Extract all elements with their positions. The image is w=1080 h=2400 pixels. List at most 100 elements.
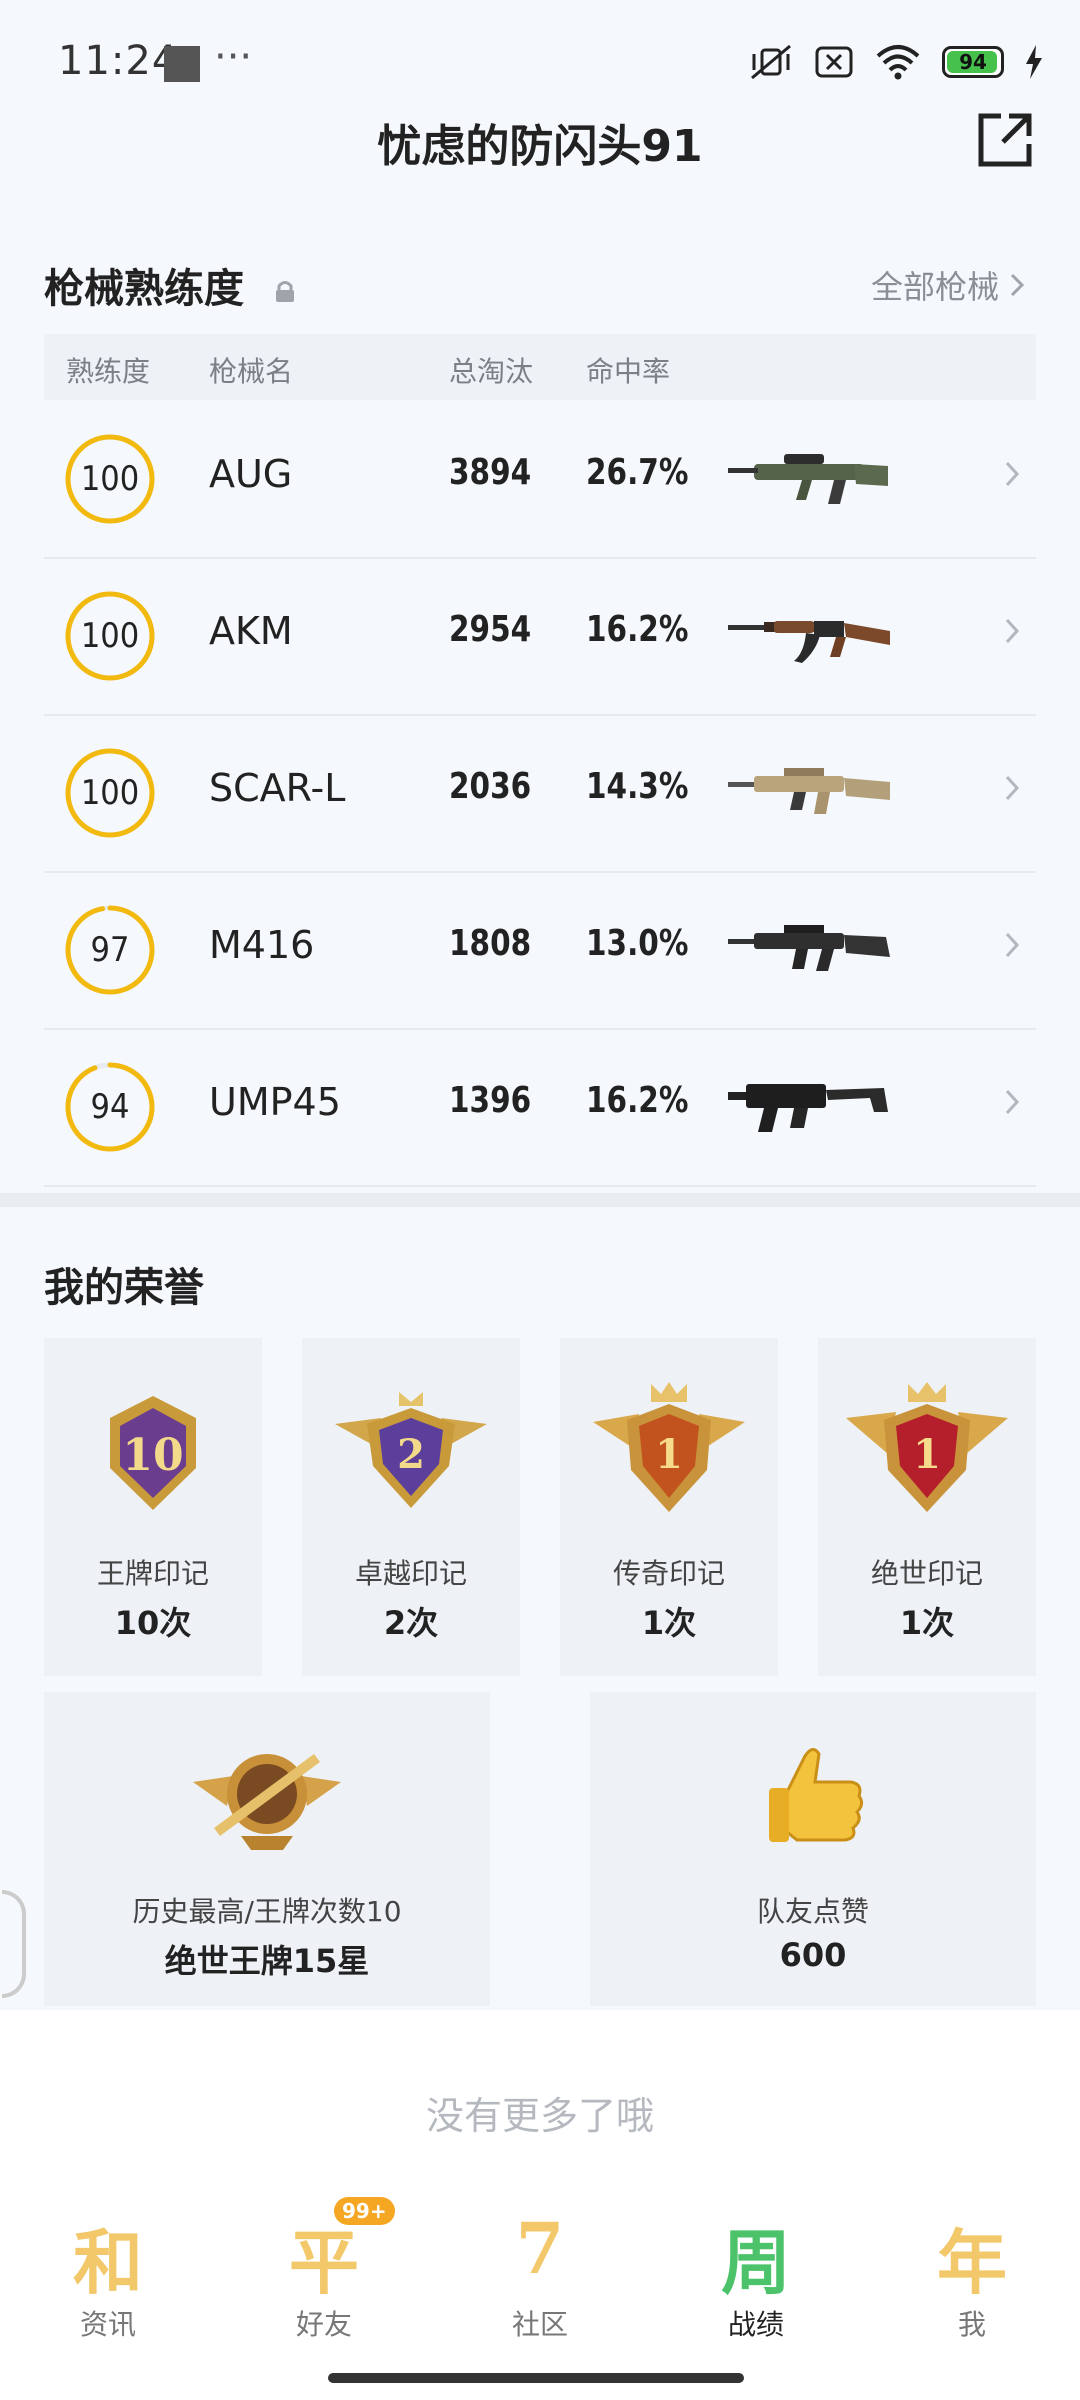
honor-card-legend[interactable]: 1 传奇印记 1次 <box>560 1338 778 1676</box>
mastery-value: 97 <box>90 930 130 970</box>
weapon-accuracy: 13.0% <box>586 923 689 964</box>
weapon-mastery-title: 枪械熟练度 <box>44 256 296 314</box>
ump-gun-image <box>724 1066 894 1146</box>
weapon-name: AUG <box>209 452 293 496</box>
honor-label: 历史最高/王牌次数10 <box>132 1895 402 1928</box>
nav-label: 资讯 <box>79 2308 136 2341</box>
bottom-nav: 和 资讯 平 99+ 好友 7 社区 周 战绩 年 我 <box>0 2195 1080 2355</box>
nav-community[interactable]: 7 社区 <box>432 2195 648 2345</box>
col-weapon-name: 枪械名 <box>209 355 294 388</box>
weapon-kills: 1396 <box>449 1080 532 1121</box>
friends-badge: 99+ <box>334 2197 395 2225</box>
m416-gun-image <box>724 909 894 989</box>
honor-card-ace[interactable]: 10 王牌印记 10次 <box>44 1338 262 1676</box>
more-notifications-icon: ··· <box>214 34 253 80</box>
nav-news[interactable]: 和 资讯 <box>0 2195 216 2345</box>
legend-seal-number: 1 <box>655 1431 683 1478</box>
mastery-value: 94 <box>90 1087 130 1127</box>
mastery-ring: 97 <box>64 904 156 996</box>
nav-label: 我 <box>957 2308 986 2341</box>
status-time: 11:24 <box>58 38 179 84</box>
nav-me[interactable]: 年 我 <box>864 2195 1080 2345</box>
share-button[interactable] <box>975 110 1035 170</box>
mastery-ring: 100 <box>64 433 156 525</box>
stats-icon: 周 <box>721 2221 791 2304</box>
honor-count: 1次 <box>641 1604 697 1642</box>
weapon-row[interactable]: 94 UMP45 1396 16.2% <box>44 1028 1036 1187</box>
honor-count: 2次 <box>383 1604 439 1642</box>
page-title: 忧虑的防闪头91 <box>377 121 703 172</box>
weapon-kills: 2954 <box>449 609 532 650</box>
honor-count: 10次 <box>114 1604 192 1642</box>
weapon-accuracy: 16.2% <box>586 1080 689 1121</box>
news-icon: 和 <box>73 2221 143 2304</box>
honor-label: 绝世印记 <box>870 1557 983 1590</box>
nav-stats[interactable]: 周 战绩 <box>648 2195 864 2345</box>
chevron-right-icon <box>1010 273 1025 297</box>
chevron-right-icon <box>1005 932 1020 958</box>
honor-label: 王牌印记 <box>96 1557 209 1590</box>
honor-card-peerless[interactable]: 1 绝世印记 1次 <box>818 1338 1036 1676</box>
mastery-ring: 100 <box>64 590 156 682</box>
home-indicator[interactable] <box>328 2373 744 2383</box>
weapon-table-header: 熟练度 枪械名 总淘汰 命中率 <box>44 334 1036 400</box>
chevron-right-icon <box>1005 618 1020 644</box>
profile-icon: 年 <box>937 2221 1007 2304</box>
akm-gun-image <box>724 595 894 675</box>
weapon-accuracy: 26.7% <box>586 452 689 493</box>
col-total-kills: 总淘汰 <box>449 355 534 388</box>
mastery-value: 100 <box>80 616 140 656</box>
friends-icon: 平 <box>289 2221 359 2304</box>
honor-card-highest-rank[interactable]: 历史最高/王牌次数10 绝世王牌15星 <box>44 1692 490 2006</box>
thumbs-up-icon <box>769 1748 864 1842</box>
weapon-name: M416 <box>209 923 315 967</box>
mastery-ring: 100 <box>64 747 156 839</box>
weapon-name: AKM <box>209 609 293 653</box>
weapon-row[interactable]: 100 AUG 3894 26.7% <box>44 400 1036 559</box>
highest-rank-value: 绝世王牌15星 <box>164 1942 370 1980</box>
lock-icon <box>275 281 294 302</box>
honor-label: 队友点赞 <box>756 1895 869 1928</box>
excellence-seal-icon: 2 <box>335 1392 487 1508</box>
charging-bolt-icon <box>1026 45 1042 79</box>
all-weapons-link[interactable]: 全部枪械 <box>871 262 1025 308</box>
status-bar: 11:24 ··· 94 <box>0 0 1080 120</box>
notification-square-icon <box>164 46 200 82</box>
chevron-right-icon <box>1005 1089 1020 1115</box>
honor-card-excellence[interactable]: 2 卓越印记 2次 <box>302 1338 520 1676</box>
excellence-seal-number: 2 <box>397 1431 425 1478</box>
scar-gun-image <box>724 752 894 832</box>
no-sim-icon <box>815 46 853 78</box>
mastery-value: 100 <box>80 459 140 499</box>
aug-gun-image <box>724 438 894 518</box>
nav-label: 战绩 <box>727 2308 784 2341</box>
nav-label: 社区 <box>511 2308 568 2341</box>
chevron-right-icon <box>1005 775 1020 801</box>
weapon-name: SCAR-L <box>209 766 346 810</box>
peerless-ace-rank-icon <box>193 1753 341 1850</box>
mute-vibrate-icon <box>751 44 791 80</box>
honors-title: 我的荣誉 <box>44 1265 204 1311</box>
weapon-accuracy: 14.3% <box>586 766 689 807</box>
section-divider <box>0 1193 1080 1207</box>
weapon-row[interactable]: 100 SCAR-L 2036 14.3% <box>44 714 1036 873</box>
legend-seal-icon: 1 <box>593 1382 745 1512</box>
mastery-value: 100 <box>80 773 140 813</box>
honor-card-teammate-likes[interactable]: 队友点赞 600 <box>590 1692 1036 2006</box>
edge-swipe-handle[interactable] <box>2 1890 26 1998</box>
nav-friends[interactable]: 平 99+ 好友 <box>216 2195 432 2345</box>
honor-label: 卓越印记 <box>354 1557 467 1590</box>
wifi-icon <box>876 45 920 80</box>
ace-seal-number: 10 <box>122 1430 183 1481</box>
weapon-row[interactable]: 100 AKM 2954 16.2% <box>44 557 1036 716</box>
chevron-right-icon <box>1005 461 1020 487</box>
weapon-accuracy: 16.2% <box>586 609 689 650</box>
weapon-mastery-title-text: 枪械熟练度 <box>44 266 244 312</box>
peerless-seal-number: 1 <box>913 1431 941 1478</box>
weapon-name: UMP45 <box>209 1080 341 1124</box>
weapon-row[interactable]: 97 M416 1808 13.0% <box>44 871 1036 1030</box>
honor-count: 1次 <box>899 1604 955 1642</box>
all-weapons-label: 全部枪械 <box>870 268 999 306</box>
weapon-kills: 2036 <box>449 766 532 807</box>
weapon-kills: 1808 <box>449 923 532 964</box>
